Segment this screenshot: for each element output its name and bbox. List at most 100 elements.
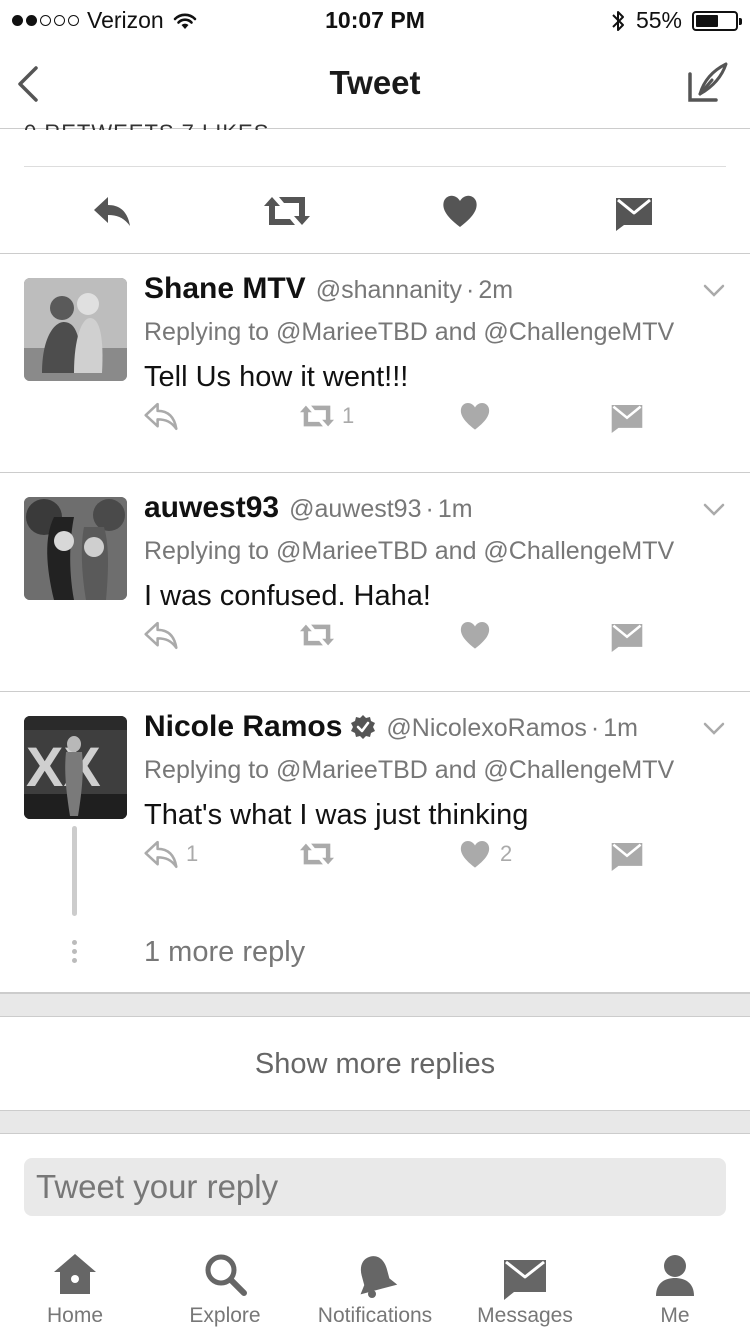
avatar[interactable]: XX xyxy=(24,716,127,819)
timestamp: 1m xyxy=(437,495,473,523)
timestamp: 2m xyxy=(478,276,514,304)
reply-icon xyxy=(144,621,178,650)
thread-connector xyxy=(72,826,77,916)
like-button[interactable]: 2 xyxy=(458,837,512,871)
tab-label: Me xyxy=(660,1304,690,1327)
reply-button[interactable] xyxy=(144,618,186,652)
timestamp: 1m xyxy=(603,714,638,742)
dm-button[interactable] xyxy=(610,618,644,652)
battery-icon xyxy=(692,10,742,31)
bell-icon xyxy=(360,1256,398,1298)
reply-icon xyxy=(144,840,178,869)
tab-label: Home xyxy=(46,1304,104,1327)
status-bar: Verizon 10:07 PM 55% xyxy=(0,0,750,40)
retweet-icon[interactable] xyxy=(264,191,310,231)
display-name[interactable]: Shane MTV xyxy=(144,272,306,306)
avatar[interactable] xyxy=(24,497,127,600)
separator-dot: · xyxy=(466,276,475,304)
display-name[interactable]: auwest93 xyxy=(144,491,279,525)
reply-icon[interactable] xyxy=(92,191,132,231)
battery-percent: 55% xyxy=(635,7,682,33)
main-tweet-actions xyxy=(0,167,750,254)
more-replies-link[interactable]: 1 more reply xyxy=(144,936,305,969)
separator-dot: · xyxy=(425,495,434,523)
section-separator xyxy=(0,1110,750,1134)
user-handle[interactable]: @auwest93 xyxy=(289,495,421,524)
chevron-down-icon[interactable] xyxy=(702,720,726,736)
envelope-icon xyxy=(504,1260,546,1300)
tweet-actions: 1 2 xyxy=(0,837,750,873)
replying-to[interactable]: Replying to @MarieeTBD and @ChallengeMTV xyxy=(144,756,674,785)
reply-tweet[interactable]: XX Nicole Ramos @NicolexoRamos · 1m Repl… xyxy=(0,692,750,993)
avatar[interactable] xyxy=(24,278,127,381)
reply-tweet[interactable]: Shane MTV @shannanity · 2m Replying to @… xyxy=(0,254,750,473)
chevron-down-icon[interactable] xyxy=(702,282,726,298)
tab-messages[interactable]: Messages xyxy=(450,1240,600,1328)
replying-to[interactable]: Replying to @MarieeTBD and @ChallengeMTV xyxy=(144,537,674,566)
reply-count: 1 xyxy=(186,841,199,866)
reply-composer[interactable] xyxy=(24,1158,726,1216)
section-separator xyxy=(0,993,750,1017)
retweet-icon xyxy=(300,624,334,646)
chevron-down-icon[interactable] xyxy=(702,501,726,517)
direct-message-icon xyxy=(611,404,643,433)
bluetooth-icon xyxy=(612,10,624,31)
reply-tweet[interactable]: auwest93 @auwest93 · 1m Replying to @Mar… xyxy=(0,473,750,692)
svg-text:XX: XX xyxy=(26,735,101,798)
tab-home[interactable]: Home xyxy=(0,1240,150,1328)
tweet-text: Tell Us how it went!!! xyxy=(144,361,409,393)
reply-button[interactable] xyxy=(144,399,186,433)
direct-message-icon[interactable] xyxy=(614,191,654,231)
separator-dot: · xyxy=(590,714,600,742)
like-button[interactable] xyxy=(458,399,500,433)
tab-bar: Home Explore Notifications Messages Me xyxy=(0,1240,750,1334)
heart-icon xyxy=(460,622,490,649)
search-icon xyxy=(205,1254,247,1296)
retweet-count: 1 xyxy=(342,403,355,428)
verified-badge-icon xyxy=(351,715,376,739)
display-name[interactable]: Nicole Ramos xyxy=(144,710,342,744)
like-count: 2 xyxy=(500,841,513,866)
heart-icon[interactable] xyxy=(440,191,480,231)
heart-icon xyxy=(460,841,490,868)
like-button[interactable] xyxy=(458,618,500,652)
show-more-replies-button[interactable]: Show more replies xyxy=(0,1018,750,1110)
tweet-header: auwest93 @auwest93 · 1m xyxy=(144,491,473,525)
nav-bar: Tweet xyxy=(0,40,750,129)
tweet-header: Nicole Ramos @NicolexoRamos · 1m xyxy=(144,710,638,744)
direct-message-icon xyxy=(611,623,643,652)
tweet-header: Shane MTV @shannanity · 2m xyxy=(144,272,513,306)
compose-tweet-icon[interactable] xyxy=(686,60,730,104)
tab-label: Messages xyxy=(477,1304,573,1327)
tweet-actions: 1 xyxy=(0,399,750,435)
tweet-text: I was confused. Haha! xyxy=(144,580,431,612)
person-icon xyxy=(656,1255,694,1296)
tweet-actions xyxy=(0,618,750,654)
home-icon xyxy=(54,1254,96,1294)
direct-message-icon xyxy=(611,842,643,871)
retweet-icon xyxy=(300,405,334,427)
heart-icon xyxy=(460,403,490,430)
thread-more-dots-icon xyxy=(72,940,78,967)
dm-button[interactable] xyxy=(610,837,644,871)
page-title: Tweet xyxy=(329,64,421,101)
tab-notifications[interactable]: Notifications xyxy=(300,1240,450,1328)
tab-explore[interactable]: Explore xyxy=(150,1240,300,1328)
retweet-button[interactable]: 1 xyxy=(300,399,354,433)
reply-icon xyxy=(144,402,178,431)
engagement-counts-peek: 0 RETWEETS 7 LIKES xyxy=(24,120,269,130)
tab-label: Notifications xyxy=(317,1304,433,1327)
user-handle[interactable]: @NicolexoRamos xyxy=(386,714,586,743)
dm-button[interactable] xyxy=(610,399,644,433)
status-right-group: 55% xyxy=(610,7,742,34)
retweet-button[interactable] xyxy=(300,837,342,871)
retweet-icon xyxy=(300,843,334,865)
user-handle[interactable]: @shannanity xyxy=(316,276,462,305)
tab-label: Explore xyxy=(189,1304,261,1327)
tweet-text: That's what I was just thinking xyxy=(144,799,529,831)
reply-input[interactable] xyxy=(24,1158,726,1216)
reply-button[interactable]: 1 xyxy=(144,837,198,871)
tab-me[interactable]: Me xyxy=(600,1240,750,1328)
retweet-button[interactable] xyxy=(300,618,342,652)
replying-to[interactable]: Replying to @MarieeTBD and @ChallengeMTV xyxy=(144,318,674,347)
